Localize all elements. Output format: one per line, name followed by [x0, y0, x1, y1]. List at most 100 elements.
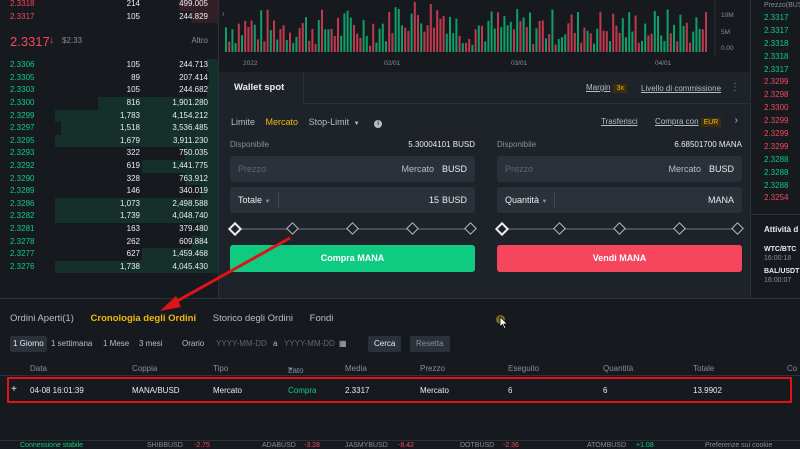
volume-bar: [602, 30, 605, 52]
slider-step-25[interactable]: [553, 222, 566, 235]
period-1-week[interactable]: 1 settimana: [51, 336, 92, 352]
bid-row[interactable]: 2.3286 1,073 2,498.588: [0, 197, 218, 211]
bid-row[interactable]: 2.3276 1,738 4,045.430: [0, 260, 218, 274]
volume-bar: [394, 7, 397, 52]
candlestick-chart[interactable]: 2022 02/01 03/01 04/01 10M 5M 0.00 ›: [219, 0, 751, 72]
search-button[interactable]: Cerca: [368, 336, 402, 352]
qty-dropdown[interactable]: Quantità ▼: [505, 195, 548, 205]
volume-bar: [541, 20, 544, 52]
sell-price-field[interactable]: Prezzo Mercato BUSD: [497, 156, 742, 182]
volume-bar: [612, 13, 615, 53]
bid-row[interactable]: 2.3282 1,739 4,048.740: [0, 210, 218, 223]
slider-step-75[interactable]: [406, 222, 419, 235]
price-suffix: Mercato BUSD: [668, 164, 734, 174]
volume-bar: [359, 37, 362, 52]
volume-bar: [660, 35, 663, 52]
bid-row[interactable]: 2.3281 163 379.480: [0, 222, 218, 236]
bid-total: 763.912: [179, 173, 208, 183]
margin-link[interactable]: Margin 3x: [586, 83, 627, 93]
volume-bar: [250, 20, 253, 52]
ask-row[interactable]: 2.3317 105 244.829: [0, 10, 218, 24]
buy-percent-slider[interactable]: [227, 215, 477, 243]
tab-stop-limit[interactable]: Stop-Limit ▼: [309, 117, 364, 127]
col-side[interactable]: Lato ▼: [288, 364, 304, 375]
bid-row[interactable]: 2.3306 105 244.713: [0, 59, 218, 72]
trade-price: 2.3298: [764, 90, 789, 100]
bid-row[interactable]: 2.3277 627 1,459.468: [0, 248, 218, 261]
volume-bar: [234, 43, 237, 52]
bid-row[interactable]: 2.3305 89 207.414: [0, 71, 218, 85]
bid-row[interactable]: 2.3293 322 750.035: [0, 147, 218, 160]
volume-bar: [407, 30, 410, 52]
tab-open-orders[interactable]: Ordini Aperti(1): [10, 313, 74, 324]
total-dropdown[interactable]: Totale ▼: [238, 195, 271, 205]
col-avg: Media: [345, 364, 367, 373]
ask-row[interactable]: 2.3318 214 499.005: [0, 0, 218, 11]
chevron-right-icon[interactable]: ›: [735, 115, 738, 126]
buy-total-field[interactable]: Totale ▼ 15 BUSD: [230, 187, 475, 213]
bid-row[interactable]: 2.3297 1,518 3,536.485: [0, 122, 218, 135]
more-options-icon[interactable]: ⋮: [730, 82, 740, 93]
period-1-day[interactable]: 1 Giorno: [10, 336, 47, 352]
tab-trade-history[interactable]: Storico degli Ordini: [213, 313, 293, 324]
slider-handle[interactable]: [227, 221, 243, 237]
activity-pair[interactable]: BAL/USDT: [751, 262, 800, 275]
reset-button[interactable]: Resetta: [410, 336, 450, 352]
sell-button[interactable]: Vendi MANA: [497, 245, 742, 272]
total-input[interactable]: 15: [429, 195, 439, 205]
slider-step-25[interactable]: [286, 222, 299, 235]
sell-percent-slider[interactable]: [494, 215, 744, 243]
bid-price: 2.3277: [10, 249, 35, 259]
date-to-input[interactable]: YYYY-MM-DD: [284, 336, 335, 352]
info-icon[interactable]: i: [374, 120, 383, 128]
date-from-input[interactable]: YYYY-MM-DD: [216, 336, 267, 352]
buy-with-link[interactable]: Compra con EUR: [655, 117, 722, 127]
price-down-arrow-icon: ↓: [49, 35, 54, 47]
tab-market[interactable]: Mercato: [266, 117, 299, 127]
slider-step-50[interactable]: [346, 222, 359, 235]
order-book: 2.3318 214 499.005 2.3317 105 244.829 2.…: [0, 0, 218, 298]
ask-price: 2.3317: [10, 11, 35, 21]
ask-total: 499.005: [179, 0, 208, 8]
bid-row[interactable]: 2.3290 328 763.912: [0, 172, 218, 186]
bid-row[interactable]: 2.3292 619 1,441.775: [0, 159, 218, 173]
slider-step-75[interactable]: [673, 222, 686, 235]
tab-limit[interactable]: Limite: [231, 117, 255, 127]
bid-row[interactable]: 2.3295 1,679 3,911.230: [0, 134, 218, 148]
slider-step-50[interactable]: [613, 222, 626, 235]
volume-bar: [228, 41, 231, 52]
slider-step-100[interactable]: [464, 222, 477, 235]
bid-row[interactable]: 2.3303 105 244.682: [0, 84, 218, 97]
volume-bar: [631, 31, 634, 52]
order-book-more-link[interactable]: Altro: [192, 36, 208, 45]
volume-bar: [484, 41, 487, 52]
bid-row[interactable]: 2.3300 816 1,901.280: [0, 96, 218, 110]
buy-button[interactable]: Compra MANA: [230, 245, 475, 272]
bid-total: 1,901.280: [172, 97, 208, 107]
order-book-last-price[interactable]: 2.3317 ↓ $2.33 Altro: [0, 23, 218, 59]
bid-amount: 163: [126, 223, 140, 233]
buy-price-field[interactable]: Prezzo Mercato BUSD: [230, 156, 475, 182]
fee-level-link[interactable]: Livello di commissione: [641, 84, 721, 93]
bid-row[interactable]: 2.3289 146 340.019: [0, 185, 218, 198]
calendar-icon[interactable]: ▦: [339, 336, 347, 352]
tab-wallet-spot[interactable]: Wallet spot: [219, 72, 304, 104]
chart-expand-icon[interactable]: ›: [222, 9, 225, 18]
volume-bar: [497, 12, 499, 52]
sell-qty-field[interactable]: Quantità ▼ MANA: [497, 187, 742, 213]
slider-step-100[interactable]: [731, 222, 744, 235]
activity-pair[interactable]: WTC/BTC: [751, 234, 800, 253]
bid-row[interactable]: 2.3278 262 609.884: [0, 235, 218, 249]
transfer-link[interactable]: Trasferisci: [601, 117, 638, 126]
volume-bar: [493, 28, 496, 52]
slider-handle[interactable]: [494, 221, 510, 237]
volume-bar: [247, 27, 250, 52]
tab-order-history[interactable]: Cronologia degli Ordini: [91, 313, 197, 324]
period-1-month[interactable]: 1 Mese: [103, 336, 129, 352]
volume-bar: [330, 28, 333, 52]
period-3-months[interactable]: 3 mesi: [139, 336, 163, 352]
tab-funds[interactable]: Fondi: [310, 313, 334, 324]
bid-row[interactable]: 2.3299 1,783 4,154.212: [0, 109, 218, 123]
price-chart[interactable]: 2022 02/01 03/01 04/01 10M 5M 0.00 ›: [218, 0, 750, 72]
trade-price: 2.3317: [764, 13, 789, 22]
